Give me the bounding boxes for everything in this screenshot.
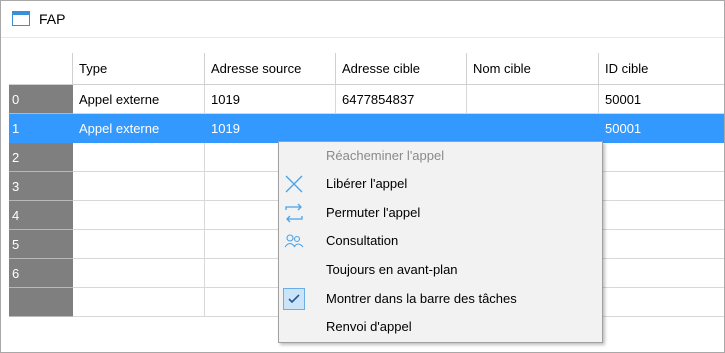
cell-target-id[interactable] bbox=[599, 172, 724, 201]
menu-item-label: Réacheminer l'appel bbox=[326, 148, 445, 163]
release-x-icon bbox=[283, 173, 305, 195]
cell-target-name[interactable] bbox=[467, 114, 599, 143]
swap-arrows-icon bbox=[283, 202, 305, 224]
column-header-target-address[interactable]: Adresse cible bbox=[336, 53, 467, 84]
cell-target-id[interactable] bbox=[599, 259, 724, 288]
cell-target-address[interactable] bbox=[336, 114, 467, 143]
menu-item-always-on-top[interactable]: Toujours en avant-plan bbox=[279, 256, 602, 285]
window-title: FAP bbox=[39, 11, 66, 27]
cell-type[interactable] bbox=[73, 288, 205, 317]
window-icon bbox=[12, 11, 30, 26]
row-header[interactable]: 4 bbox=[9, 201, 73, 230]
row-header[interactable]: 5 bbox=[9, 230, 73, 259]
cell-type[interactable]: Appel externe bbox=[73, 85, 205, 114]
menu-item-label: Montrer dans la barre des tâches bbox=[326, 291, 517, 306]
menu-item-show-in-taskbar[interactable]: Montrer dans la barre des tâches bbox=[279, 285, 602, 314]
cell-type[interactable] bbox=[73, 201, 205, 230]
menu-item-release-call[interactable]: Libérer l'appel bbox=[279, 170, 602, 199]
menu-item-label: Renvoi d'appel bbox=[326, 319, 412, 334]
row-header[interactable] bbox=[9, 288, 73, 317]
cell-source[interactable]: 1019 bbox=[205, 114, 336, 143]
checkmark-icon bbox=[283, 288, 305, 310]
cell-target-id[interactable] bbox=[599, 143, 724, 172]
cell-target-id[interactable] bbox=[599, 288, 724, 317]
people-icon bbox=[283, 230, 305, 252]
cell-type[interactable] bbox=[73, 172, 205, 201]
menu-item-label: Consultation bbox=[326, 233, 399, 248]
menu-item-label: Toujours en avant-plan bbox=[326, 262, 458, 277]
column-header-target-id[interactable]: ID cible bbox=[599, 53, 724, 84]
cell-type[interactable] bbox=[73, 259, 205, 288]
cell-target-name[interactable] bbox=[467, 85, 599, 114]
cell-type[interactable] bbox=[73, 143, 205, 172]
menu-item-label: Libérer l'appel bbox=[326, 176, 408, 191]
row-header[interactable]: 1 bbox=[9, 114, 73, 143]
cell-target-id[interactable] bbox=[599, 201, 724, 230]
column-header-type[interactable]: Type bbox=[73, 53, 205, 84]
cell-type[interactable]: Appel externe bbox=[73, 114, 205, 143]
grid-header: Type Adresse source Adresse cible Nom ci… bbox=[9, 53, 724, 85]
row-header[interactable]: 0 bbox=[9, 85, 73, 114]
cell-target-id[interactable]: 50001 bbox=[599, 85, 724, 114]
menu-item-reroute-call[interactable]: Réacheminer l'appel bbox=[279, 142, 602, 171]
cell-target-id[interactable]: 50001 bbox=[599, 114, 724, 143]
column-header-target-name[interactable]: Nom cible bbox=[467, 53, 599, 84]
context-menu: Réacheminer l'appel Libérer l'appel Perm… bbox=[278, 141, 603, 343]
row-header[interactable]: 3 bbox=[9, 172, 73, 201]
table-row[interactable]: 0 Appel externe 1019 6477854837 50001 bbox=[9, 85, 724, 114]
menu-item-label: Permuter l'appel bbox=[326, 205, 421, 220]
cell-target-address[interactable]: 6477854837 bbox=[336, 85, 467, 114]
menu-item-swap-call[interactable]: Permuter l'appel bbox=[279, 199, 602, 228]
grid-corner bbox=[9, 53, 73, 84]
menu-item-consultation[interactable]: Consultation bbox=[279, 227, 602, 256]
row-header[interactable]: 6 bbox=[9, 259, 73, 288]
cell-target-id[interactable] bbox=[599, 230, 724, 259]
cell-source[interactable]: 1019 bbox=[205, 85, 336, 114]
title-bar: FAP bbox=[1, 1, 724, 38]
menu-item-call-forward[interactable]: Renvoi d'appel bbox=[279, 313, 602, 342]
row-header[interactable]: 2 bbox=[9, 143, 73, 172]
column-header-source[interactable]: Adresse source bbox=[205, 53, 336, 84]
table-row-selected[interactable]: 1 Appel externe 1019 50001 bbox=[9, 114, 724, 143]
cell-type[interactable] bbox=[73, 230, 205, 259]
